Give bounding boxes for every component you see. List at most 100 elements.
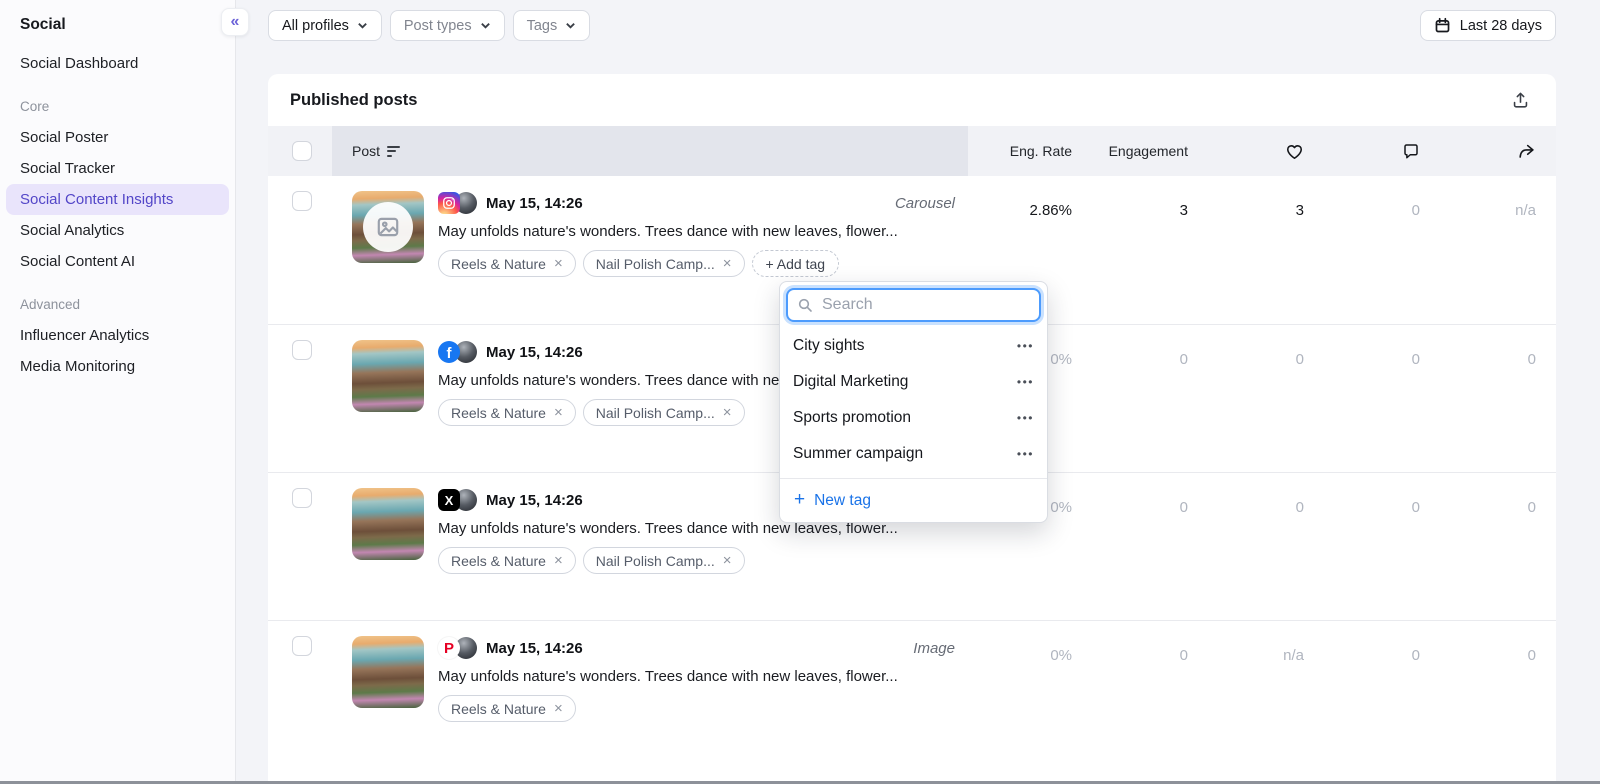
- add-tag-button[interactable]: + Add tag: [752, 250, 840, 277]
- facebook-icon: f: [438, 341, 460, 363]
- tag-pill: Nail Polish Camp... ×: [583, 547, 745, 574]
- metric-comments: 0: [1304, 176, 1420, 324]
- platform-stack: P P P: [438, 637, 477, 659]
- post-cell: P P P May 15, 14:26 May unfolds nature's…: [332, 621, 968, 768]
- more-options-icon[interactable]: •••: [1017, 375, 1034, 389]
- sidebar-item-media-monitoring[interactable]: Media Monitoring: [0, 351, 235, 382]
- sidebar-item-social-content-insights[interactable]: Social Content Insights: [6, 184, 229, 215]
- table-row: P P P May 15, 14:26 May unfolds nature's…: [268, 620, 1556, 768]
- tags-filter-label: Tags: [527, 18, 558, 34]
- tag-pill: Reels & Nature ×: [438, 695, 576, 722]
- post-thumbnail[interactable]: [352, 340, 424, 412]
- sidebar-item-label: Social Tracker: [20, 160, 115, 177]
- row-checkbox[interactable]: [292, 340, 312, 360]
- sidebar-item-social-dashboard[interactable]: Social Dashboard: [0, 48, 235, 79]
- sidebar-item-social-poster[interactable]: Social Poster: [0, 122, 235, 153]
- platform-stack: f f f: [438, 341, 477, 363]
- remove-tag-icon[interactable]: ×: [554, 405, 563, 420]
- pinterest-icon: P: [438, 637, 460, 659]
- new-tag-button[interactable]: + New tag: [780, 478, 1047, 522]
- remove-tag-icon[interactable]: ×: [554, 553, 563, 568]
- metric-comments: 0: [1304, 325, 1420, 472]
- date-range-label: Last 28 days: [1460, 18, 1542, 34]
- tag-option[interactable]: City sights •••: [780, 328, 1047, 364]
- date-range-button[interactable]: Last 28 days: [1420, 10, 1556, 41]
- metric-shares: 0: [1420, 621, 1536, 768]
- sidebar-item-label: Influencer Analytics: [20, 327, 149, 344]
- calendar-icon: [1434, 17, 1451, 34]
- more-options-icon[interactable]: •••: [1017, 411, 1034, 425]
- image-icon: [375, 214, 401, 240]
- tag-option[interactable]: Digital Marketing •••: [780, 364, 1047, 400]
- row-checkbox[interactable]: [292, 636, 312, 656]
- post-thumbnail[interactable]: [352, 191, 424, 263]
- remove-tag-icon[interactable]: ×: [723, 256, 732, 271]
- remove-tag-icon[interactable]: ×: [723, 405, 732, 420]
- platform-stack: [438, 192, 477, 214]
- tag-label: Nail Polish Camp...: [596, 405, 715, 421]
- column-header-shares[interactable]: [1420, 126, 1536, 176]
- sidebar-item-label: Social Content Insights: [20, 191, 173, 208]
- select-all-checkbox[interactable]: [292, 141, 312, 161]
- more-options-icon[interactable]: •••: [1017, 447, 1034, 461]
- sidebar-item-social-tracker[interactable]: Social Tracker: [0, 153, 235, 184]
- filter-bar: All profiles Post types Tags Last 28 day…: [268, 10, 1556, 41]
- sidebar-section: Core Social Poster Social Tracker Social…: [0, 79, 235, 277]
- collapse-chevrons-icon: «: [231, 13, 240, 31]
- platform-stack: X X X: [438, 489, 477, 511]
- tag-pill: Reels & Nature ×: [438, 399, 576, 426]
- metric-engagement: 0: [1072, 473, 1188, 620]
- new-tag-label: New tag: [814, 492, 871, 510]
- tag-option-label: Summer campaign: [793, 445, 923, 463]
- remove-tag-icon[interactable]: ×: [554, 701, 563, 716]
- post-tags: Reels & Nature ×: [438, 695, 968, 722]
- metric-likes: n/a: [1188, 621, 1304, 768]
- tags-filter-dropdown[interactable]: Tags: [513, 10, 591, 41]
- instagram-icon: [438, 192, 460, 214]
- tag-option[interactable]: Sports promotion •••: [780, 400, 1047, 436]
- row-checkbox[interactable]: [292, 488, 312, 508]
- post-thumbnail[interactable]: [352, 636, 424, 708]
- sidebar-item-influencer-analytics[interactable]: Influencer Analytics: [0, 320, 235, 351]
- sidebar-item-social-analytics[interactable]: Social Analytics: [0, 215, 235, 246]
- column-header-likes[interactable]: [1188, 126, 1304, 176]
- column-header-post[interactable]: Post: [332, 126, 968, 176]
- metric-comments: 0: [1304, 621, 1420, 768]
- export-button[interactable]: [1511, 91, 1530, 110]
- comment-icon: [1402, 142, 1420, 160]
- post-date: May 15, 14:26: [486, 195, 583, 212]
- post-thumbnail[interactable]: [352, 488, 424, 560]
- tag-search-wrap: [780, 282, 1047, 325]
- chevron-down-icon: [565, 20, 576, 31]
- sidebar-section: Social Dashboard: [0, 48, 235, 79]
- carousel-overlay: [363, 202, 413, 252]
- post-types-filter-label: Post types: [404, 18, 472, 34]
- sidebar-section: Advanced Influencer Analytics Media Moni…: [0, 277, 235, 382]
- sidebar-collapse-button[interactable]: «: [221, 8, 249, 36]
- column-header-engagement[interactable]: Engagement: [1072, 126, 1188, 176]
- column-header-eng-rate[interactable]: Eng. Rate: [968, 126, 1072, 176]
- post-type-label: Image: [913, 640, 955, 657]
- export-icon: [1511, 91, 1530, 110]
- metric-shares: 0: [1420, 325, 1536, 472]
- remove-tag-icon[interactable]: ×: [554, 256, 563, 271]
- sidebar-item-social-content-ai[interactable]: Social Content AI: [0, 246, 235, 277]
- chevron-down-icon: [480, 20, 491, 31]
- post-types-filter-dropdown[interactable]: Post types: [390, 10, 505, 41]
- row-checkbox[interactable]: [292, 191, 312, 211]
- profiles-filter-dropdown[interactable]: All profiles: [268, 10, 382, 41]
- tag-search-input[interactable]: [786, 288, 1041, 322]
- metric-engagement: 0: [1072, 621, 1188, 768]
- remove-tag-icon[interactable]: ×: [723, 553, 732, 568]
- sidebar-section-header: Advanced: [0, 277, 235, 320]
- sidebar-item-label: Social Content AI: [20, 253, 135, 270]
- chevron-down-icon: [357, 20, 368, 31]
- tag-label: Nail Polish Camp...: [596, 256, 715, 272]
- tag-option[interactable]: Summer campaign •••: [780, 436, 1047, 472]
- column-header-comments[interactable]: [1304, 126, 1420, 176]
- sort-icon: [387, 146, 400, 157]
- more-options-icon[interactable]: •••: [1017, 339, 1034, 353]
- sidebar-item-label: Social Poster: [20, 129, 108, 146]
- tag-dropdown-list: City sights ••• Digital Marketing ••• Sp…: [780, 325, 1047, 478]
- post-description: May unfolds nature's wonders. Trees danc…: [438, 223, 968, 240]
